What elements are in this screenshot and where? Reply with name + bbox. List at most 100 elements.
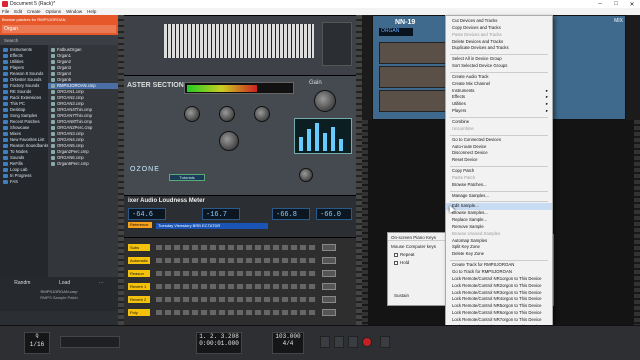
loudness-meter[interactable]: ixer Audio Loudness Meter -64.6 -16.7 -6… — [124, 195, 356, 237]
context-menu-item[interactable]: Effects ▸ — [446, 94, 552, 101]
close-button[interactable]: ✕ — [624, 1, 640, 8]
context-menu-item[interactable]: Players ▸ — [446, 108, 552, 115]
context-menu-item[interactable]: Automap Samples — [446, 238, 552, 245]
context-menu-item[interactable]: Browse Samples... — [446, 210, 552, 217]
mode-value[interactable]: Computer keys — [406, 244, 436, 249]
mix-button[interactable] — [322, 282, 336, 290]
record-button[interactable] — [362, 337, 372, 347]
context-menu-item[interactable]: Cut Devices and Tracks — [446, 18, 552, 25]
reference-selector[interactable]: Reference — [128, 222, 152, 228]
channel-label: Reverb 2 — [128, 295, 150, 303]
time-signature: 4/4 — [282, 340, 294, 347]
context-menu-item[interactable]: Auto-route Device — [446, 144, 552, 151]
mixer-channel-row[interactable]: Poly — [124, 307, 356, 317]
menu-edit[interactable]: Edit — [14, 9, 22, 14]
context-menu-item[interactable]: Copy Patch — [446, 168, 552, 175]
threshold-knob[interactable] — [184, 106, 200, 122]
mixer-channel-row[interactable]: Reason — [124, 268, 356, 278]
context-menu-item[interactable]: Split Key Zone — [446, 244, 552, 251]
context-menu-item[interactable]: Instruments ▸ — [446, 88, 552, 95]
master-section[interactable]: ASTER SECTION Gain OZONE Tutorials — [124, 75, 356, 195]
maximize-button[interactable]: □ — [608, 1, 624, 8]
mixer-channel-row[interactable]: Reverb 2 — [124, 294, 356, 304]
context-menu-item[interactable]: Create Audio Track — [446, 74, 552, 81]
synth-device[interactable] — [124, 15, 356, 75]
menu-create[interactable]: Create — [27, 9, 41, 14]
menu-file[interactable]: File — [2, 9, 9, 14]
browser-footer: Randm Load ⋯ RMPSJOROAN.cmp RMPS Sample … — [0, 277, 118, 311]
randomize-button[interactable]: Randm — [14, 280, 30, 286]
width-knob[interactable] — [254, 106, 270, 122]
loop-button[interactable] — [380, 336, 390, 348]
context-menu-item[interactable]: Lock Remote/Control NR4orgon to This Dev… — [446, 296, 552, 303]
menu-window[interactable]: Window — [66, 9, 82, 14]
context-menu-item[interactable]: Manage Samples... — [446, 193, 552, 200]
mix-button[interactable] — [322, 308, 336, 316]
context-menu-item[interactable]: Create Track for RMPSJOROAN — [446, 262, 552, 269]
lcd-integrated: -66.8 — [272, 208, 310, 220]
synth-side-panel — [322, 22, 352, 66]
context-menu-item[interactable]: Sort Selected Device Groups — [446, 63, 552, 70]
folder-selector[interactable]: Organ — [2, 25, 116, 33]
rewind-button[interactable] — [320, 336, 330, 348]
context-menu-item[interactable]: Copy Devices and Tracks — [446, 25, 552, 32]
browser-search-input[interactable]: Search — [0, 35, 118, 45]
repeat-checkbox[interactable]: Repeat — [394, 252, 440, 257]
minimize-button[interactable]: – — [592, 1, 608, 8]
stereo-knob[interactable] — [219, 131, 239, 151]
mixer-channel-row[interactable]: Subs — [124, 242, 356, 252]
gain-knob[interactable] — [314, 90, 336, 112]
piano-keys-dialog: On-screen Piano Keys Mouse Computer keys… — [387, 232, 447, 306]
play-button[interactable] — [348, 336, 358, 348]
file-item[interactable]: Organ6Perc.cmp — [48, 161, 118, 167]
context-menu-item[interactable]: Utilities ▸ — [446, 101, 552, 108]
mix-button[interactable] — [322, 243, 336, 251]
context-menu-item[interactable]: Delete Devices and Tracks — [446, 39, 552, 46]
song-position[interactable]: 1. 2. 3.208 0:00:01.000 — [196, 332, 242, 354]
context-menu-item[interactable]: Browse Patches... — [446, 182, 552, 189]
quantize-box[interactable]: Q 1/16 — [24, 332, 50, 354]
mixer-channel-row[interactable]: Automatic — [124, 255, 356, 265]
menu-item-label: Instruments — [452, 87, 475, 93]
context-menu-item[interactable]: Combine — [446, 119, 552, 126]
menu-help[interactable]: Help — [87, 9, 96, 14]
ozone-screen[interactable]: Tutorials — [169, 174, 205, 181]
location-item[interactable]: FAS — [0, 179, 48, 185]
menu-options[interactable]: Options — [46, 9, 62, 14]
menu-item-label: Reset Device — [452, 157, 478, 163]
context-menu-item[interactable]: Lock Remote/Control NR5orgon to This Dev… — [446, 303, 552, 310]
context-menu-item[interactable]: Reset Device — [446, 157, 552, 164]
load-button[interactable]: Load — [59, 280, 70, 286]
context-menu-item[interactable]: Lock Remote/Control NR1orgon to This Dev… — [446, 276, 552, 283]
context-menu-item[interactable]: Lock Remote/Control NR2orgon to This Dev… — [446, 283, 552, 290]
menu-item-label: Lock Remote/Control NR6orgon to This Dev… — [452, 310, 542, 316]
speed-knob[interactable] — [219, 106, 235, 122]
context-menu-item[interactable]: Disconnect Device — [446, 150, 552, 157]
context-menu-item[interactable]: Lock Remote/Control NR7orgon to This Dev… — [446, 317, 552, 324]
context-menu-item[interactable]: Go to Track for RMPSJOROAN — [446, 269, 552, 276]
preset-display[interactable]: Tuesday Viewstory BRB ECTATDR — [156, 223, 268, 229]
hold-checkbox[interactable]: Hold — [394, 260, 440, 265]
mix-button[interactable] — [322, 269, 336, 277]
output-knob[interactable] — [299, 168, 313, 182]
mix-button[interactable] — [322, 295, 336, 303]
more-button[interactable]: ⋯ — [99, 280, 104, 286]
context-menu-item[interactable]: Select All in Device Group — [446, 56, 552, 63]
mix-button[interactable] — [322, 256, 336, 264]
menu-separator — [450, 190, 548, 192]
context-menu-item[interactable]: Replace Sample... — [446, 217, 552, 224]
context-menu-item[interactable]: Delete Key Zone — [446, 251, 552, 258]
browser-hint: Browse patches for RMPSJOROAN — [2, 17, 66, 22]
context-menu-item[interactable]: Duplicate Devices and Tracks — [446, 45, 552, 52]
tempo-box[interactable]: 103.000 4/4 — [272, 332, 304, 354]
context-menu-item[interactable]: Lock Remote/Control NR6orgon to This Dev… — [446, 310, 552, 317]
stop-button[interactable] — [334, 336, 344, 348]
context-menu-item[interactable]: Remove Sample — [446, 224, 552, 231]
context-menu-item[interactable]: Lock Remote/Control NR3orgon to This Dev… — [446, 290, 552, 297]
mixer-channels: Subs Automatic Reason Reverb 1 Reverb 2 Poly — [124, 237, 356, 325]
context-menu-item[interactable]: Go to Connected Devices — [446, 137, 552, 144]
app-logo-icon — [2, 1, 8, 7]
context-menu-item[interactable]: Edit Sample... — [446, 203, 552, 211]
context-menu-item[interactable]: Create Mix Channel — [446, 81, 552, 88]
mixer-channel-row[interactable]: Reverb 1 — [124, 281, 356, 291]
